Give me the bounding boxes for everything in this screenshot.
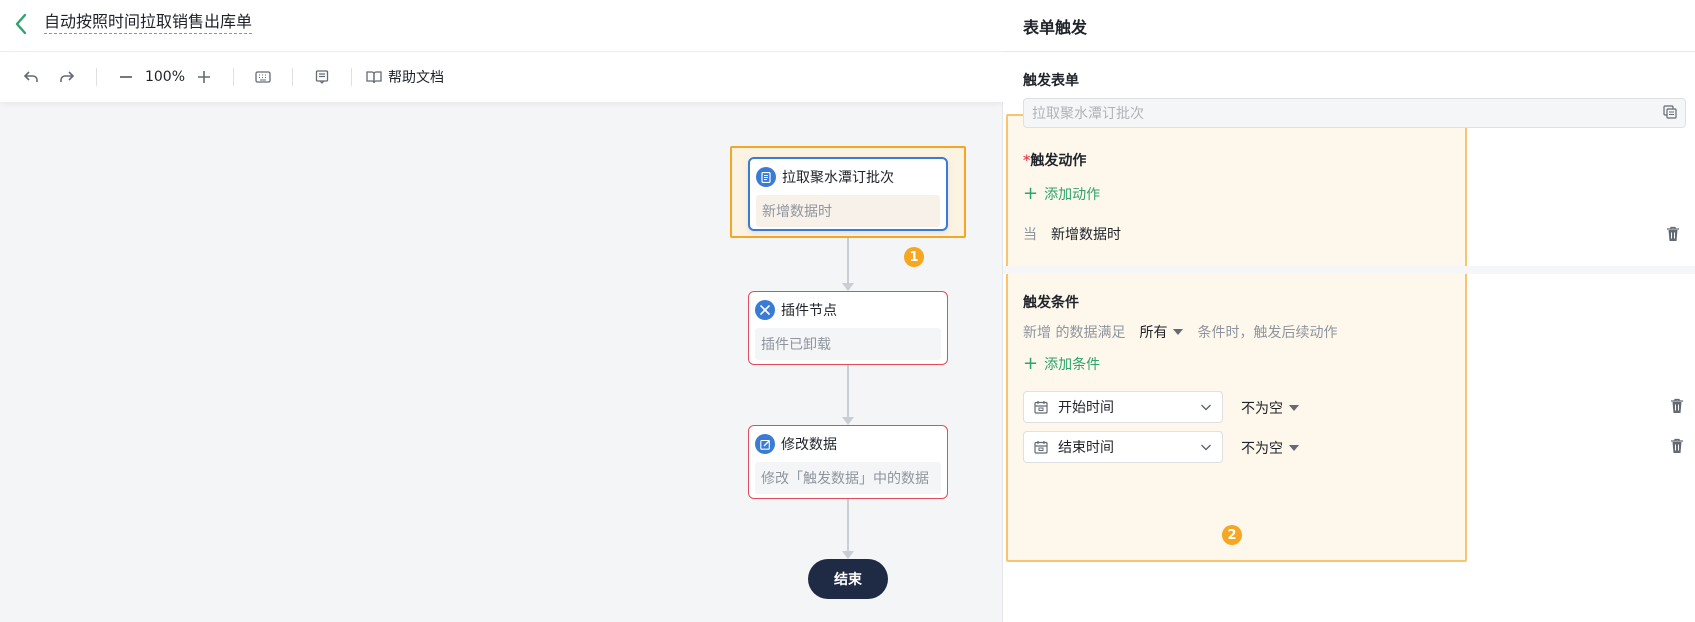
action-row: 当 新增数据时 bbox=[1023, 220, 1686, 248]
zoom-out-button[interactable] bbox=[111, 62, 141, 92]
trigger-action-text: 触发动作 bbox=[1030, 153, 1087, 169]
condition-operator-select[interactable]: 不为空 bbox=[1241, 438, 1299, 458]
form-link-icon[interactable] bbox=[1663, 105, 1677, 123]
toolbar-divider bbox=[233, 68, 234, 86]
trigger-node[interactable]: 拉取聚水潭订批次 新增数据时 bbox=[748, 157, 948, 231]
trigger-form-value: 拉取聚水潭订批次 bbox=[1032, 106, 1144, 122]
redo-icon bbox=[60, 71, 75, 82]
condition-field-select[interactable]: 结束时间 bbox=[1023, 431, 1223, 463]
plugin-node[interactable]: 插件节点 插件已卸载 bbox=[748, 291, 948, 365]
plus-icon: + bbox=[1023, 353, 1039, 374]
page-title[interactable]: 自动按照时间拉取销售出库单 bbox=[44, 12, 253, 34]
add-condition-label: 添加条件 bbox=[1044, 357, 1101, 373]
document-icon bbox=[315, 70, 329, 84]
condition-operator-value: 不为空 bbox=[1241, 441, 1283, 457]
chevron-down-icon bbox=[1200, 401, 1212, 417]
trash-icon bbox=[1671, 438, 1683, 453]
trigger-condition-label: 触发条件 bbox=[1023, 295, 1079, 311]
help-docs-label: 帮助文档 bbox=[388, 70, 444, 86]
book-icon bbox=[366, 71, 382, 84]
log-button[interactable] bbox=[307, 62, 337, 92]
node-description: 修改「触发数据」中的数据 bbox=[755, 462, 941, 494]
redo-button[interactable] bbox=[52, 62, 82, 92]
condition-field-value: 开始时间 bbox=[1058, 400, 1114, 416]
chevron-left-icon bbox=[15, 13, 27, 35]
back-button[interactable] bbox=[10, 10, 32, 38]
condition-suffix: 条件时，触发后续动作 bbox=[1197, 325, 1338, 341]
match-mode-value: 所有 bbox=[1139, 325, 1168, 341]
match-mode-select[interactable]: 所有 bbox=[1139, 322, 1184, 342]
node-title: 拉取聚水潭订批次 bbox=[782, 170, 894, 186]
edit-icon bbox=[755, 434, 775, 454]
delete-condition-button[interactable] bbox=[1670, 438, 1686, 454]
condition-operator-value: 不为空 bbox=[1241, 401, 1283, 417]
flow-connector bbox=[847, 231, 849, 283]
flow-editor: 自动按照时间拉取销售出库单 100% 帮助文档 拉取聚水潭订批次 新增数据时 1… bbox=[0, 0, 1003, 622]
toolbar-divider bbox=[351, 68, 352, 86]
flow-arrow bbox=[842, 551, 854, 559]
zoom-in-button[interactable] bbox=[189, 62, 219, 92]
end-node[interactable]: 结束 bbox=[808, 559, 888, 599]
toolbar-divider bbox=[292, 68, 293, 86]
help-docs-button[interactable]: 帮助文档 bbox=[366, 62, 444, 92]
calendar-icon bbox=[1034, 400, 1048, 414]
chevron-down-icon bbox=[1200, 441, 1212, 457]
trigger-form-select[interactable]: 拉取聚水潭订批次 bbox=[1023, 98, 1686, 128]
undo-icon bbox=[23, 71, 38, 82]
condition-description: 新增 的数据满足 所有 条件时，触发后续动作 bbox=[1023, 322, 1337, 342]
node-description: 新增数据时 bbox=[756, 195, 940, 227]
plugin-icon bbox=[755, 300, 775, 320]
caret-down-icon bbox=[1289, 405, 1299, 411]
flow-arrow bbox=[842, 417, 854, 425]
flow-arrow bbox=[842, 283, 854, 291]
add-condition-button[interactable]: + 添加条件 bbox=[1023, 354, 1100, 374]
badge-1: 1 bbox=[904, 247, 924, 267]
plus-icon bbox=[198, 71, 210, 83]
delete-condition-button[interactable] bbox=[1670, 398, 1686, 414]
add-action-button[interactable]: + 添加动作 bbox=[1023, 184, 1100, 204]
delete-action-button[interactable] bbox=[1666, 226, 1682, 242]
undo-button[interactable] bbox=[16, 62, 46, 92]
add-action-label: 添加动作 bbox=[1044, 187, 1101, 203]
action-when-label: 当 bbox=[1023, 227, 1037, 243]
minus-icon bbox=[120, 76, 132, 78]
flow-connector bbox=[847, 365, 849, 417]
section-divider bbox=[1003, 266, 1695, 274]
node-title: 插件节点 bbox=[781, 303, 837, 319]
trash-icon bbox=[1671, 398, 1683, 413]
calendar-icon bbox=[1034, 440, 1048, 454]
badge-2: 2 bbox=[1222, 525, 1242, 545]
trash-icon bbox=[1667, 226, 1679, 241]
form-icon bbox=[756, 167, 776, 187]
zoom-level: 100% bbox=[144, 69, 186, 85]
toolbar: 100% 帮助文档 bbox=[0, 52, 1003, 102]
trigger-config-panel: 表单触发 触发表单 拉取聚水潭订批次 *触发动作 + 添加动作 当 新增数据时 … bbox=[1003, 0, 1695, 622]
node-description: 插件已卸载 bbox=[755, 328, 941, 360]
caret-down-icon bbox=[1173, 329, 1184, 335]
trigger-form-label: 触发表单 bbox=[1023, 73, 1079, 89]
toolbar-divider bbox=[96, 68, 97, 86]
keyboard-icon bbox=[255, 71, 271, 83]
shortcuts-button[interactable] bbox=[248, 62, 278, 92]
plus-icon: + bbox=[1023, 183, 1039, 204]
node-title: 修改数据 bbox=[781, 437, 837, 453]
condition-field-value: 结束时间 bbox=[1058, 440, 1114, 456]
condition-prefix: 新增 的数据满足 bbox=[1023, 325, 1126, 341]
condition-operator-select[interactable]: 不为空 bbox=[1241, 398, 1299, 418]
modify-data-node[interactable]: 修改数据 修改「触发数据」中的数据 bbox=[748, 425, 948, 499]
caret-down-icon bbox=[1289, 445, 1299, 451]
flow-connector bbox=[847, 499, 849, 551]
action-value: 新增数据时 bbox=[1051, 227, 1121, 243]
top-bar: 自动按照时间拉取销售出库单 bbox=[0, 0, 1003, 52]
condition-field-select[interactable]: 开始时间 bbox=[1023, 391, 1223, 423]
panel-title: 表单触发 bbox=[1003, 0, 1695, 52]
trigger-action-label: *触发动作 bbox=[1023, 150, 1086, 170]
